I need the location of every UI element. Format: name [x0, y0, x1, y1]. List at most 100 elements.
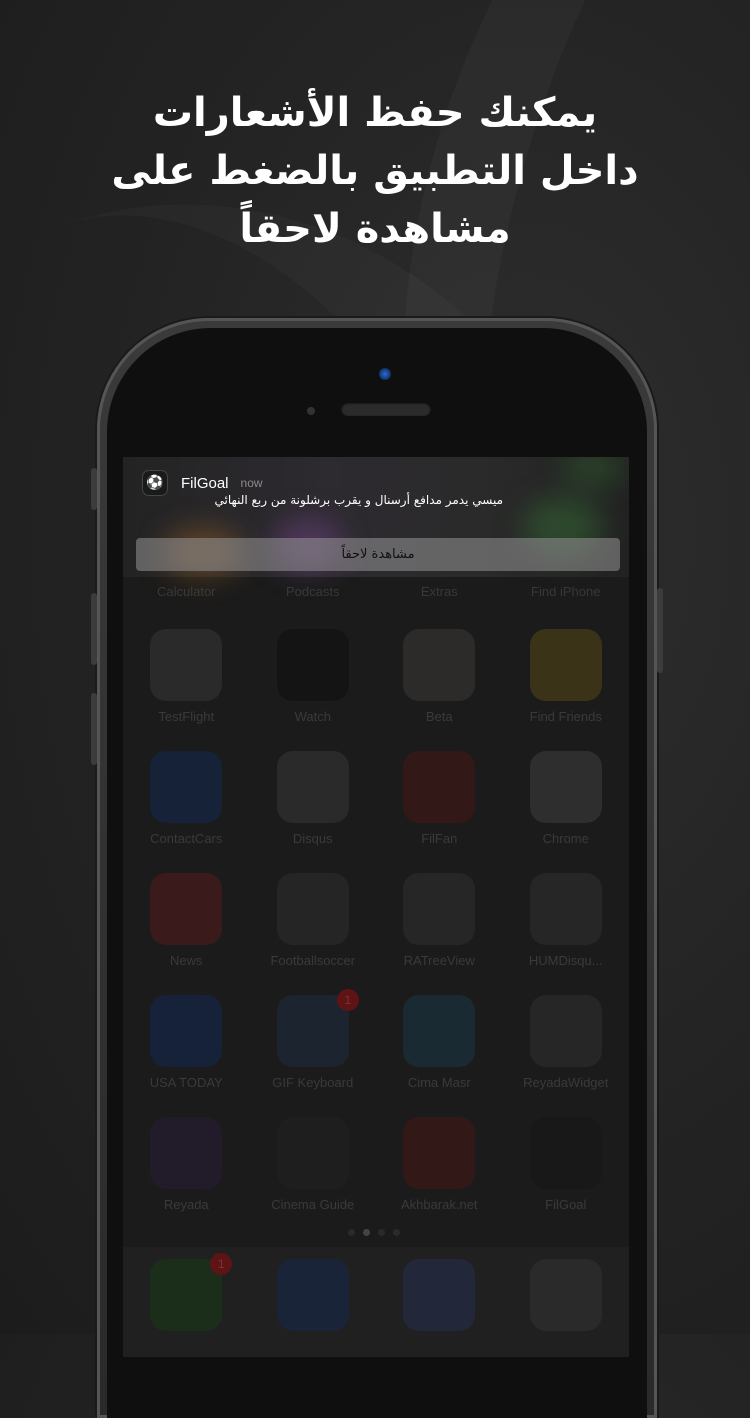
app-label: News: [169, 953, 203, 968]
app-row: USA TODAY 1 GIF Keyboard Cima Masr ReyadaWid…: [123, 989, 629, 1090]
app-label: Cinema Guide: [271, 1197, 355, 1212]
dock-app[interactable]: [263, 1259, 363, 1331]
notification-badge: 1: [210, 1253, 233, 1275]
volume-up-button: [91, 593, 97, 665]
app-tile[interactable]: TestFlight: [136, 629, 236, 724]
headline-line-2: داخل التطبيق بالضغط على: [111, 148, 639, 194]
filgoal-icon: [529, 1117, 602, 1189]
mail-icon: [276, 1259, 349, 1331]
app-tile[interactable]: Chrome: [516, 751, 616, 846]
app-label: Akhbarak.net: [400, 1197, 478, 1212]
news-icon: [150, 873, 223, 945]
app-tile[interactable]: Find Friends: [516, 629, 616, 724]
notification-header: ⚽ FilGoal now: [143, 471, 263, 495]
app-label[interactable]: Find iPhone: [516, 584, 616, 599]
cinema-icon: [276, 1117, 349, 1189]
app-label: USA TODAY: [149, 1075, 223, 1090]
app-label[interactable]: Calculator: [136, 584, 236, 599]
page-dot: [378, 1229, 385, 1236]
app-tile[interactable]: USA TODAY: [136, 995, 236, 1090]
app-tile[interactable]: ContactCars: [136, 751, 236, 846]
power-button: [657, 588, 663, 673]
watch-later-button[interactable]: مشاهدة لاحقاً: [136, 538, 620, 571]
disqus-icon: [276, 751, 349, 823]
app-label: Cima Masr: [407, 1075, 471, 1090]
app-row: TestFlight Watch Beta Find Friends: [123, 629, 629, 724]
chrome-icon: [529, 751, 602, 823]
app-tile[interactable]: FilFan: [389, 751, 489, 846]
app-tile[interactable]: ReyadaWidget: [516, 995, 616, 1090]
app-label[interactable]: Extras: [389, 584, 489, 599]
dock-app[interactable]: 1: [136, 1253, 236, 1331]
headline-line-1: يمكنك حفظ الأشعارات: [152, 90, 598, 136]
dock-app[interactable]: [389, 1259, 489, 1331]
mute-switch: [91, 468, 97, 510]
promo-headline: يمكنك حفظ الأشعارات داخل التطبيق بالضغط …: [60, 84, 690, 258]
app-tile[interactable]: RATreeView: [389, 873, 489, 968]
app-tile[interactable]: Footballsoccer: [263, 873, 363, 968]
apple-icon: [150, 629, 223, 701]
app-tile[interactable]: Disqus: [263, 751, 363, 846]
app-tile[interactable]: FilGoal: [516, 1117, 616, 1212]
usatoday-icon: [150, 995, 223, 1067]
watch-icon: [276, 629, 349, 701]
notification-time: now: [240, 476, 263, 490]
headline-line-3: مشاهدة لاحقاً: [239, 206, 511, 252]
app-label: GIF Keyboard: [272, 1075, 354, 1090]
folder-icon: [276, 873, 349, 945]
partially-hidden-app-row: Calculator Podcasts Extras Find iPhone: [123, 584, 629, 599]
music-icon: [529, 1259, 602, 1331]
app-label: Watch: [294, 709, 331, 724]
film-icon: [403, 995, 476, 1067]
app-label: Footballsoccer: [270, 953, 356, 968]
app-label: Beta: [425, 709, 453, 724]
app-label: ContactCars: [150, 831, 223, 846]
blank-app-icon: [403, 873, 476, 945]
page-dot: [393, 1229, 400, 1236]
page-dot-active: [363, 1229, 370, 1236]
front-camera-icon: [379, 368, 391, 380]
app-tile[interactable]: HUMDisqu...: [516, 873, 616, 968]
app-label: RATreeView: [403, 953, 475, 968]
beta-icon: [403, 629, 476, 701]
app-tile[interactable]: Beta: [389, 629, 489, 724]
reyada-icon: [150, 1117, 223, 1189]
dock-app[interactable]: [516, 1259, 616, 1331]
blank-app-icon: [529, 995, 602, 1067]
app-label: Reyada: [163, 1197, 209, 1212]
notification-badge: 1: [336, 989, 359, 1011]
app-label: FilGoal: [545, 1197, 587, 1212]
app-tile[interactable]: Cima Masr: [389, 995, 489, 1090]
notification-banner[interactable]: ⚽ FilGoal now ميسي يدمر مدافع أرسنال و ي…: [123, 457, 629, 577]
app-label: ReyadaWidget: [523, 1075, 609, 1090]
app-label: Chrome: [542, 831, 589, 846]
app-label[interactable]: Podcasts: [263, 584, 363, 599]
app-row: News Footballsoccer RATreeView HUMDisqu...: [123, 873, 629, 968]
filgoal-app-icon: ⚽: [143, 471, 167, 495]
app-tile[interactable]: Watch: [263, 629, 363, 724]
app-label: TestFlight: [158, 709, 215, 724]
filfan-icon: [403, 751, 476, 823]
dock: 1: [123, 1247, 629, 1357]
earpiece-speaker: [341, 402, 431, 416]
app-row: ContactCars Disqus FilFan Chrome: [123, 751, 629, 846]
notification-body: ميسي يدمر مدافع أرسنال و يقرب برشلونة من…: [214, 493, 503, 507]
akhbarak-icon: [403, 1117, 476, 1189]
app-label: Disqus: [292, 831, 333, 846]
blur-glow: [563, 457, 623, 487]
friends-icon: [529, 629, 602, 701]
page-indicator: [348, 1229, 400, 1236]
app-label: Find Friends: [529, 709, 602, 724]
app-tile[interactable]: Akhbarak.net: [389, 1117, 489, 1212]
app-tile[interactable]: Reyada: [136, 1117, 236, 1212]
safari-icon: [403, 1259, 476, 1331]
notification-app-name: FilGoal: [181, 474, 229, 492]
page-dot: [348, 1229, 355, 1236]
volume-down-button: [91, 693, 97, 765]
app-label: FilFan: [421, 831, 458, 846]
proximity-sensor: [307, 407, 315, 415]
contactcars-icon: [150, 751, 223, 823]
app-tile[interactable]: 1 GIF Keyboard: [263, 989, 363, 1090]
app-tile[interactable]: News: [136, 873, 236, 968]
app-tile[interactable]: Cinema Guide: [263, 1117, 363, 1212]
